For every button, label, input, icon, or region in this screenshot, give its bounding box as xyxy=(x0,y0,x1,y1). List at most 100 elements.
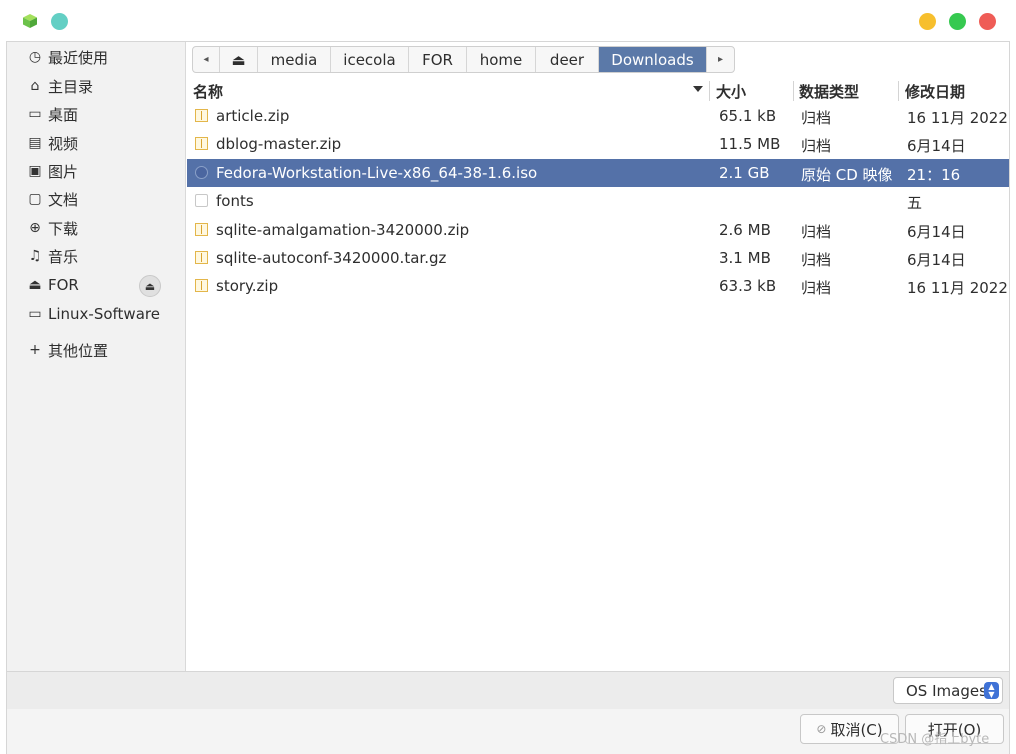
column-size-header[interactable]: 大小 xyxy=(716,81,746,102)
file-list-header: 名称 大小 数据类型 修改日期 xyxy=(187,80,1009,102)
column-type-header[interactable]: 数据类型 xyxy=(799,81,859,102)
clock-icon: ◷ xyxy=(28,49,42,65)
sidebar-item-label: 主目录 xyxy=(48,77,94,96)
updown-chevron-icon: ▲ ▼ xyxy=(984,682,999,699)
sidebar-item[interactable]: ▭ 桌面 xyxy=(26,101,78,127)
file-name: fonts xyxy=(216,192,254,211)
file-size: 2.1 GB xyxy=(719,163,770,182)
file-list: article.zip 65.1 kB 归档 16 11月 2022 dblog-mas… xyxy=(187,102,1009,671)
app-cube-icon xyxy=(23,14,37,28)
archive-icon xyxy=(195,222,208,236)
filter-bar xyxy=(7,671,1009,709)
sidebar-item[interactable]: ▣ 图片 xyxy=(26,158,78,184)
file-size: 2.6 MB xyxy=(719,220,771,239)
file-modified: 21：16 xyxy=(907,165,961,184)
file-size: 3.1 MB xyxy=(719,249,771,267)
filter-label: OS Images xyxy=(906,681,987,700)
eject-icon[interactable]: ⏏ xyxy=(139,275,161,297)
sidebar-item-label: FOR xyxy=(48,276,79,294)
sidebar-item-label: 下载 xyxy=(48,219,79,238)
path-segment-deer[interactable]: deer xyxy=(536,47,599,72)
path-segment-downloads[interactable]: Downloads xyxy=(599,47,707,72)
file-type: 归档 xyxy=(801,109,832,127)
file-type: 归档 xyxy=(801,251,832,269)
sidebar-item[interactable]: ▭ Linux-Software xyxy=(26,301,160,327)
download-icon: ⊕ xyxy=(29,220,41,236)
column-modified-header[interactable]: 修改日期 xyxy=(905,81,965,102)
file-name: Fedora-Workstation-Live-x86_64-38-1.6.is… xyxy=(216,163,538,182)
sidebar-item-label: 图片 xyxy=(48,162,79,181)
path-segment-icecola[interactable]: icecola xyxy=(331,47,409,72)
file-modified: 五 xyxy=(907,194,923,213)
sort-descending-icon[interactable] xyxy=(693,86,703,92)
folder-icon: ▭ xyxy=(28,306,42,322)
file-type: 归档 xyxy=(801,137,832,156)
home-icon: ⌂ xyxy=(30,78,40,94)
column-divider xyxy=(709,81,710,101)
file-row[interactable]: Fedora-Workstation-Live-x86_64-38-1.6.is… xyxy=(187,158,1009,187)
watermark: CSDN @指上byte xyxy=(880,732,990,747)
sidebar-item[interactable]: ▢ 文档 xyxy=(26,186,78,212)
file-name: dblog-master.zip xyxy=(216,135,342,154)
chevron-left-icon: ◂ xyxy=(203,54,209,65)
title-bar xyxy=(0,0,1016,41)
sidebar-item[interactable]: ⌂ 主目录 xyxy=(26,73,93,99)
eject-glyph: ⏏ xyxy=(144,279,156,293)
file-modified: 6月14日 xyxy=(907,251,966,269)
archive-icon xyxy=(195,137,208,151)
cancel-icon: ⊘ xyxy=(816,722,827,736)
path-segment-for[interactable]: FOR xyxy=(409,47,467,72)
sidebar-item[interactable]: + 其他位置 xyxy=(26,337,108,363)
path-root-drive-button[interactable]: ⏏ xyxy=(220,47,258,72)
column-divider xyxy=(793,81,794,101)
archive-icon xyxy=(195,109,208,122)
path-back-button[interactable]: ◂ xyxy=(193,47,220,72)
minimize-button[interactable] xyxy=(919,13,936,30)
file-row[interactable]: dblog-master.zip 11.5 MB 归档 6月14日 xyxy=(187,130,1009,158)
file-modified: 6月14日 xyxy=(907,137,966,156)
window-menu-dot[interactable] xyxy=(51,13,68,30)
music-icon: ♫ xyxy=(28,248,42,264)
plus-icon: + xyxy=(29,342,41,358)
file-size: 11.5 MB xyxy=(719,135,781,154)
video-icon: ▤ xyxy=(28,135,42,151)
file-type-filter-select[interactable]: OS Images ▲ ▼ xyxy=(893,677,1003,704)
sidebar-item-label: Linux-Software xyxy=(48,305,160,323)
file-name: story.zip xyxy=(216,277,279,296)
file-row[interactable]: sqlite-autoconf-3420000.tar.gz 3.1 MB 归档 6月… xyxy=(187,244,1009,272)
sidebar-item[interactable]: ♫ 音乐 xyxy=(26,243,78,269)
desktop-icon: ▭ xyxy=(28,106,42,122)
sidebar-item[interactable]: ◷ 最近使用 xyxy=(26,44,108,70)
file-modified: 6月14日 xyxy=(907,222,966,241)
sidebar-item[interactable]: ⊕ 下载 xyxy=(26,215,78,241)
picture-icon: ▣ xyxy=(28,163,42,179)
file-type: 原始 CD 映像 xyxy=(801,165,893,184)
file-name: article.zip xyxy=(216,107,290,125)
file-size: 63.3 kB xyxy=(719,277,777,296)
file-row[interactable]: article.zip 65.1 kB 归档 16 11月 2022 xyxy=(187,102,1009,130)
archive-icon xyxy=(195,279,208,293)
sidebar-item-label: 文档 xyxy=(48,190,79,209)
maximize-button[interactable] xyxy=(949,13,966,30)
sidebar-item[interactable]: ⏏ FOR xyxy=(26,272,79,298)
sidebar-item[interactable]: ▤ 视频 xyxy=(26,130,78,156)
close-button[interactable] xyxy=(979,13,996,30)
drive-icon: ⏏ xyxy=(28,277,42,293)
path-segment-media[interactable]: media xyxy=(258,47,331,72)
disc-image-icon xyxy=(195,165,208,179)
sidebar-item-label: 视频 xyxy=(48,134,79,153)
document-icon: ▢ xyxy=(28,191,42,207)
column-name-header[interactable]: 名称 xyxy=(193,81,223,102)
drive-icon: ⏏ xyxy=(231,50,246,69)
folder-icon xyxy=(195,194,208,208)
file-type: 归档 xyxy=(801,222,832,241)
file-row[interactable]: story.zip 63.3 kB 归档 16 11月 2022 xyxy=(187,272,1009,300)
sidebar-item-label: 桌面 xyxy=(48,105,79,124)
path-forward-button[interactable]: ▸ xyxy=(707,47,734,72)
file-row[interactable]: fonts 五 xyxy=(187,187,1009,215)
file-row[interactable]: sqlite-amalgamation-3420000.zip 2.6 MB 归档 6… xyxy=(187,216,1009,244)
path-segment-home[interactable]: home xyxy=(467,47,536,72)
column-divider xyxy=(898,81,899,101)
sidebar-item-label: 最近使用 xyxy=(48,48,109,67)
sidebar-item-label: 音乐 xyxy=(48,247,79,266)
